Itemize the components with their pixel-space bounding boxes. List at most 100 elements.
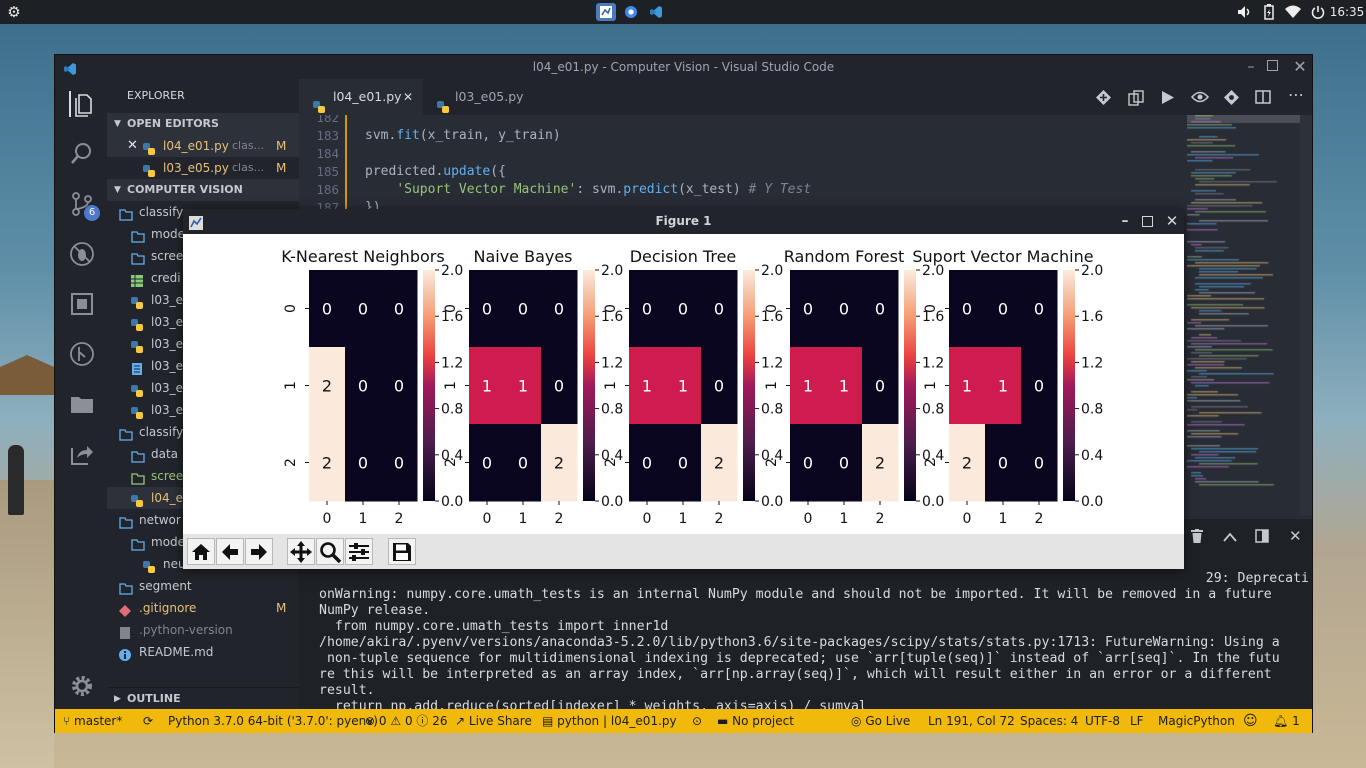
project-status[interactable]: ▬ No project: [717, 709, 794, 733]
encoding[interactable]: UTF-8: [1085, 709, 1120, 733]
vertical-scrollbar[interactable]: [1300, 115, 1312, 515]
colorbar-tick-label: 0.8: [441, 402, 463, 418]
figure-app-icon[interactable]: [596, 3, 616, 21]
cell-value: 0: [358, 377, 368, 396]
project-section[interactable]: ▼ COMPUTER VISION: [107, 179, 299, 201]
split-editor-icon[interactable]: [1255, 90, 1271, 107]
close-panel-icon[interactable]: ✕: [1289, 527, 1302, 545]
extensions-icon[interactable]: [69, 291, 95, 317]
tree-item-label: networ: [139, 513, 181, 527]
cell-value: 0: [394, 300, 404, 319]
power-icon[interactable]: [1309, 3, 1327, 21]
chevron-up-icon[interactable]: [1223, 531, 1237, 545]
tree-file[interactable]: README.md: [107, 641, 299, 663]
panel-layout-icon[interactable]: [1255, 529, 1269, 546]
status-bar: ⑂ master* ⟳ Python 3.7.0 64-bit ('3.7.0'…: [55, 709, 1312, 733]
tab-l04-e01[interactable]: l04_e01.py ✕: [299, 79, 423, 115]
line-number: 182: [316, 115, 339, 125]
vscode-icon[interactable]: [648, 3, 664, 21]
close-icon[interactable]: ✕: [1165, 209, 1179, 234]
explorer-icon[interactable]: [69, 91, 95, 117]
maximize-icon[interactable]: [1142, 216, 1153, 227]
figure-title: Figure 1: [655, 214, 712, 228]
minimize-icon[interactable]: –: [1118, 209, 1132, 234]
sync-icon[interactable]: ⟳: [143, 709, 153, 733]
tree-item-label: l04_e: [151, 491, 183, 505]
x-tick-label: 0: [483, 511, 492, 527]
live-share-icon[interactable]: [69, 441, 95, 467]
eye-icon[interactable]: [1190, 91, 1210, 106]
open-editor-item-l04[interactable]: ✕ l04_e01.py clas... M: [107, 135, 299, 157]
git-compare-icon[interactable]: [1224, 90, 1239, 108]
pan-button[interactable]: [287, 538, 315, 565]
gear-icon[interactable]: ⚙: [5, 3, 23, 21]
language-file-status[interactable]: ▤ python | l04_e01.py: [542, 709, 677, 733]
zoom-button[interactable]: [316, 538, 344, 565]
split-compare-icon[interactable]: [1128, 90, 1144, 109]
close-icon[interactable]: ✕: [1292, 55, 1308, 79]
git-branch-icon: ⑂: [63, 714, 71, 728]
git-graph-icon[interactable]: [69, 341, 95, 367]
line-ending[interactable]: LF: [1130, 709, 1144, 733]
window-titlebar: l04_e01.py - Computer Vision - Visual St…: [55, 55, 1312, 79]
tree-file[interactable]: .python-version: [107, 619, 299, 641]
cell-value: 1: [998, 377, 1008, 396]
notifications[interactable]: 🔔︎ 1: [1273, 709, 1300, 733]
colorbar: [1063, 270, 1075, 501]
save-figure-button[interactable]: [388, 538, 416, 565]
cell-value: 1: [678, 377, 688, 396]
tree-folder[interactable]: segment: [107, 575, 299, 597]
python-interpreter[interactable]: Python 3.7.0 64-bit ('3.7.0': pyenv): [168, 709, 378, 733]
folder-icon[interactable]: [69, 391, 95, 417]
cell-value: 1: [482, 377, 492, 396]
run-icon[interactable]: [1161, 90, 1175, 108]
close-editor-icon[interactable]: ✕: [127, 135, 138, 157]
code-text: 'Suport Vector Machine': svm.predict(x_t…: [396, 182, 812, 197]
volume-icon[interactable]: [1237, 3, 1253, 21]
clock[interactable]: 16:35: [1330, 3, 1365, 21]
battery-icon[interactable]: [1262, 3, 1276, 21]
outline-section[interactable]: ▶ OUTLINE: [107, 687, 299, 709]
language-mode[interactable]: MagicPython: [1158, 709, 1235, 733]
configure-subplots-button[interactable]: [345, 538, 373, 565]
minimize-icon[interactable]: –: [1243, 55, 1259, 79]
colorbar-tick-label: 2.0: [1081, 263, 1103, 279]
tab-l03-e05[interactable]: l03_e05.py: [423, 79, 547, 115]
terminal-output[interactable]: 29: Deprecati onWarning: numpy.core.umath…: [319, 571, 1309, 711]
open-editors-section[interactable]: ▼ OPEN EDITORS: [107, 113, 299, 135]
tree-file[interactable]: .gitignore M: [107, 597, 299, 619]
line-number: 183: [316, 128, 339, 143]
y-tick-label: 2: [923, 458, 939, 467]
open-editor-item-l03[interactable]: l03_e05.py clas... M: [107, 157, 299, 179]
cell-value: 1: [803, 377, 813, 396]
feedback-smiley-icon[interactable]: ☺: [1243, 709, 1258, 733]
forward-button[interactable]: [245, 538, 273, 565]
diff-icon[interactable]: [1096, 90, 1111, 108]
heatmap-canvas[interactable]: K-Nearest Neighbors 0 0 0 2 0 0 2 0 0 0 1 2 0 1 2 2.0 1.…: [183, 234, 1184, 534]
colorbar-tick-label: 0.0: [441, 494, 463, 510]
go-live-button[interactable]: ◎ Go Live: [851, 709, 910, 733]
indentation[interactable]: Spaces: 4: [1020, 709, 1078, 733]
figure-window: Figure 1 – ✕ K-Nearest Neighbors 0 0 0 2 0 0 2 0…: [183, 209, 1184, 569]
wifi-icon[interactable]: [1284, 3, 1302, 21]
y-tick-label: 1: [603, 381, 619, 390]
settings-gear-icon[interactable]: [69, 673, 95, 699]
chrome-icon[interactable]: [623, 3, 639, 21]
tab-close-icon[interactable]: ✕: [403, 79, 413, 115]
maximize-icon[interactable]: [1267, 60, 1278, 71]
minimap[interactable]: [1187, 115, 1307, 495]
cell-value: 0: [518, 300, 528, 319]
home-button[interactable]: [187, 538, 215, 565]
editor-tabs: l04_e01.py ✕ l03_e05.py ⋯: [299, 79, 1312, 115]
live-share-status[interactable]: ↗ Live Share: [455, 709, 532, 733]
colorbar-tick-label: 2.0: [441, 263, 463, 279]
back-button[interactable]: [216, 538, 244, 565]
broadcast-icon[interactable]: ⊙: [692, 709, 702, 733]
search-icon[interactable]: [69, 141, 95, 167]
cursor-position[interactable]: Ln 191, Col 72: [928, 709, 1015, 733]
trash-icon[interactable]: [1191, 529, 1203, 546]
branch-status[interactable]: ⑂ master*: [63, 709, 122, 733]
problems-status[interactable]: ⊗ 0 ⚠ 0 ⓘ 26: [365, 709, 448, 733]
more-actions-icon[interactable]: ⋯: [1288, 85, 1304, 104]
debug-icon[interactable]: [69, 241, 95, 267]
